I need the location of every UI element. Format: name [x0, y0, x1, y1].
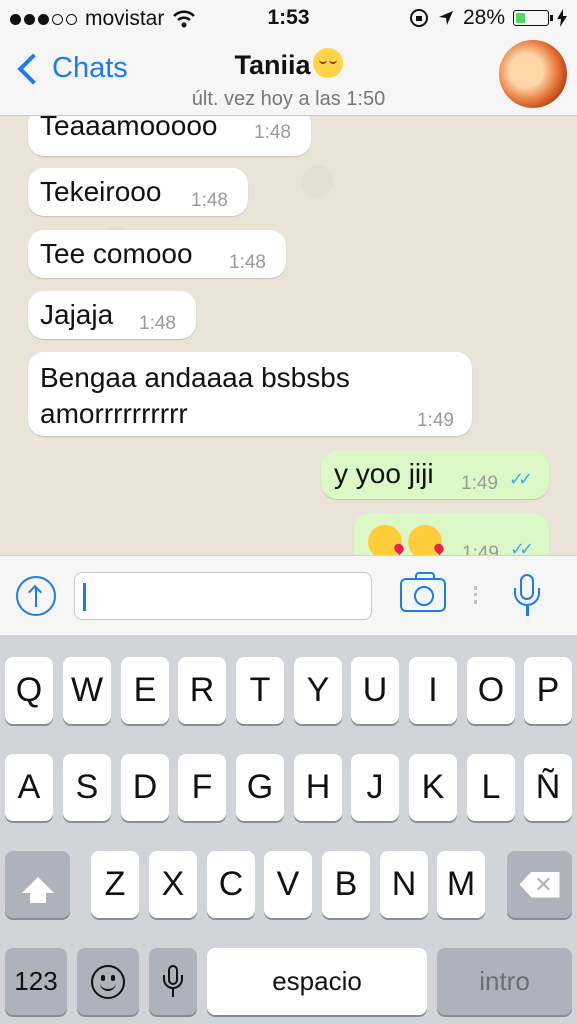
contact-avatar[interactable]	[499, 40, 567, 108]
message-text: Bengaa andaaaa bsbsbs amorrrrrrrrrr	[40, 362, 350, 429]
status-bar: movistar 1:53 28%	[0, 0, 577, 38]
key-s[interactable]: S	[63, 754, 111, 821]
message-text: Tekeirooo	[40, 176, 162, 207]
key-u[interactable]: U	[351, 657, 399, 724]
message-text: Teaaamooooo	[40, 116, 218, 141]
charging-icon	[557, 9, 567, 27]
last-seen: últ. vez hoy a las 1:50	[191, 88, 386, 110]
contact-name-text: Taniia	[234, 50, 311, 80]
key-n-tilde[interactable]: Ñ	[524, 754, 572, 821]
key-e[interactable]: E	[121, 657, 169, 724]
location-icon	[438, 11, 453, 25]
message-bubble-outgoing[interactable]: y yoo jiji 1:49 ✓✓	[321, 451, 549, 499]
shift-key[interactable]	[5, 851, 70, 918]
microphone-icon	[162, 964, 184, 999]
message-bubble-outgoing[interactable]: 1:49 ✓✓	[354, 513, 549, 555]
chat-area[interactable]: Teaaamooooo 1:48 Tekeirooo 1:48 Tee como…	[0, 116, 577, 555]
kissing-heart-emoji	[368, 525, 402, 555]
kissing-heart-emoji	[408, 525, 442, 555]
key-o[interactable]: O	[467, 657, 515, 724]
keyboard: Q W E R T Y U I O P A S D F G H J K L Ñ …	[0, 635, 577, 1024]
message-time: 1:48	[191, 190, 228, 211]
key-c[interactable]: C	[207, 851, 255, 918]
key-f[interactable]: F	[178, 754, 226, 821]
message-time: 1:49	[462, 543, 499, 555]
key-g[interactable]: G	[236, 754, 284, 821]
key-d[interactable]: D	[121, 754, 169, 821]
dictation-key[interactable]	[149, 948, 197, 1015]
message-time: 1:48	[229, 252, 266, 273]
contact-name[interactable]: Taniia	[0, 48, 577, 81]
chat-header: Chats Taniia últ. vez hoy a las 1:50	[0, 38, 577, 116]
message-text: Tee comooo	[40, 238, 193, 269]
message-bubble[interactable]: Jajaja 1:48	[28, 291, 196, 339]
key-v[interactable]: V	[264, 851, 312, 918]
key-n[interactable]: N	[380, 851, 428, 918]
message-time: 1:49	[461, 473, 498, 494]
key-q[interactable]: Q	[5, 657, 53, 724]
battery-percent: 28%	[462, 6, 505, 29]
microphone-icon[interactable]	[510, 574, 544, 618]
relieved-face-emoji	[312, 48, 343, 78]
key-b[interactable]: B	[322, 851, 370, 918]
key-y[interactable]: Y	[294, 657, 342, 724]
key-r[interactable]: R	[178, 657, 226, 724]
message-text: y yoo jiji	[334, 458, 434, 489]
divider	[474, 586, 480, 604]
emoji-key[interactable]	[77, 948, 139, 1015]
key-m[interactable]: M	[437, 851, 485, 918]
backspace-icon: ✕	[519, 871, 560, 898]
key-z[interactable]: Z	[91, 851, 139, 918]
key-t[interactable]: T	[236, 657, 284, 724]
composer-bar	[0, 555, 577, 636]
message-time: 1:48	[254, 122, 291, 143]
numbers-key[interactable]: 123	[5, 948, 67, 1015]
backspace-key[interactable]: ✕	[507, 851, 572, 918]
text-caret	[83, 583, 86, 611]
message-bubble[interactable]: Bengaa andaaaa bsbsbs amorrrrrrrrrr 1:49	[28, 352, 472, 436]
camera-icon[interactable]	[400, 572, 446, 612]
key-a[interactable]: A	[5, 754, 53, 821]
message-time: 1:49	[417, 410, 454, 431]
key-j[interactable]: J	[351, 754, 399, 821]
key-l[interactable]: L	[467, 754, 515, 821]
battery-icon	[513, 10, 553, 26]
key-h[interactable]: H	[294, 754, 342, 821]
emoji-row	[368, 525, 448, 555]
read-ticks-icon: ✓✓	[509, 469, 533, 489]
key-i[interactable]: I	[409, 657, 457, 724]
status-right: 28%	[409, 6, 567, 30]
message-bubble[interactable]: Teaaamooooo 1:48	[28, 116, 311, 156]
shift-arrow-icon	[21, 876, 54, 903]
message-bubble[interactable]: Tekeirooo 1:48	[28, 168, 248, 216]
key-p[interactable]: P	[524, 657, 572, 724]
space-key[interactable]: espacio	[207, 948, 427, 1015]
upload-arrow-icon[interactable]	[16, 576, 56, 616]
rotation-lock-icon	[409, 9, 428, 27]
message-time: 1:48	[139, 313, 176, 334]
message-input[interactable]	[74, 572, 372, 620]
key-x[interactable]: X	[149, 851, 197, 918]
return-key[interactable]: intro	[437, 948, 572, 1015]
message-bubble[interactable]: Tee comooo 1:48	[28, 230, 286, 278]
message-text: Jajaja	[40, 299, 114, 330]
key-k[interactable]: K	[409, 754, 457, 821]
smiley-icon	[91, 964, 125, 999]
read-ticks-icon: ✓✓	[510, 539, 534, 555]
key-w[interactable]: W	[63, 657, 111, 724]
